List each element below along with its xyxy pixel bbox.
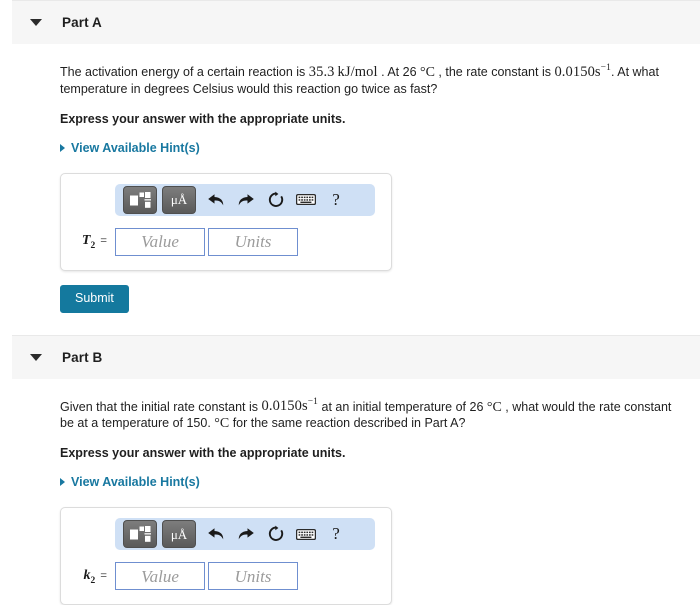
help-question-icon[interactable]: ? [321, 521, 351, 547]
value-input[interactable]: Value [115, 227, 205, 256]
instruction-text: Express your answer with the appropriate… [60, 446, 346, 461]
instruction-text: Express your answer with the appropriate… [60, 111, 346, 126]
keyboard-icon[interactable] [291, 187, 321, 213]
answer-row: k2 = Value Units [73, 562, 379, 591]
answer-box: μÅ [60, 172, 392, 271]
part-title: Part A [62, 15, 102, 30]
part-header-part-b[interactable]: Part B [12, 334, 700, 379]
parts-container: Part A The activation energy of a certai… [12, 0, 700, 605]
answer-row: T2 = Value Units [73, 227, 379, 256]
view-hints-label: View Available Hint(s) [71, 140, 200, 155]
variable-label: k2 = [83, 567, 107, 586]
view-hints-link[interactable]: View Available Hint(s) [60, 475, 200, 489]
units-placeholder: Units [234, 232, 272, 252]
view-hints-label: View Available Hint(s) [71, 475, 200, 490]
units-mu-angstrom-label: μÅ [170, 192, 188, 208]
chevron-right-icon [60, 478, 65, 487]
redo-arrow-icon[interactable] [231, 521, 261, 547]
units-mu-angstrom-label: μÅ [170, 526, 188, 542]
math-toolbar: μÅ ? [115, 518, 375, 551]
math-template-icon[interactable] [123, 520, 157, 549]
chevron-right-icon [60, 143, 65, 152]
redo-arrow-icon[interactable] [231, 187, 261, 213]
units-mu-angstrom-icon[interactable]: μÅ [162, 520, 196, 549]
part-section-part-b: Part B Given that the initial rate const… [12, 334, 700, 605]
units-input[interactable]: Units [208, 562, 298, 591]
assignment-page: Part A The activation energy of a certai… [0, 0, 700, 605]
view-hints-link[interactable]: View Available Hint(s) [60, 141, 200, 155]
units-input[interactable]: Units [208, 227, 298, 256]
math-toolbar: μÅ ? [115, 183, 375, 216]
answer-box: μÅ [60, 507, 392, 605]
reset-circular-arrow-icon[interactable] [261, 187, 291, 213]
part-title: Part B [62, 349, 103, 365]
keyboard-icon[interactable] [291, 521, 321, 547]
help-question-icon[interactable]: ? [321, 187, 351, 213]
undo-arrow-icon[interactable] [201, 521, 231, 547]
value-placeholder: Value [141, 566, 179, 586]
help-label: ? [332, 189, 340, 209]
math-template-icon[interactable] [123, 185, 157, 214]
part-section-part-a: Part A The activation energy of a certai… [12, 0, 700, 335]
part-body: The activation energy of a certain react… [12, 44, 700, 335]
chevron-down-icon[interactable] [30, 353, 42, 361]
question-text: Given that the initial rate constant is … [60, 397, 672, 432]
chevron-down-icon[interactable] [30, 19, 42, 26]
submit-button[interactable]: Submit [60, 284, 129, 313]
part-body: Given that the initial rate constant is … [12, 379, 700, 605]
undo-arrow-icon[interactable] [201, 187, 231, 213]
part-header-part-a[interactable]: Part A [12, 0, 700, 44]
question-text: The activation energy of a certain react… [60, 63, 659, 96]
value-placeholder: Value [141, 232, 179, 252]
units-mu-angstrom-icon[interactable]: μÅ [162, 185, 196, 214]
variable-label: T2 = [81, 232, 107, 251]
reset-circular-arrow-icon[interactable] [261, 521, 291, 547]
units-placeholder: Units [234, 566, 272, 586]
help-label: ? [332, 524, 340, 544]
value-input[interactable]: Value [115, 562, 205, 591]
